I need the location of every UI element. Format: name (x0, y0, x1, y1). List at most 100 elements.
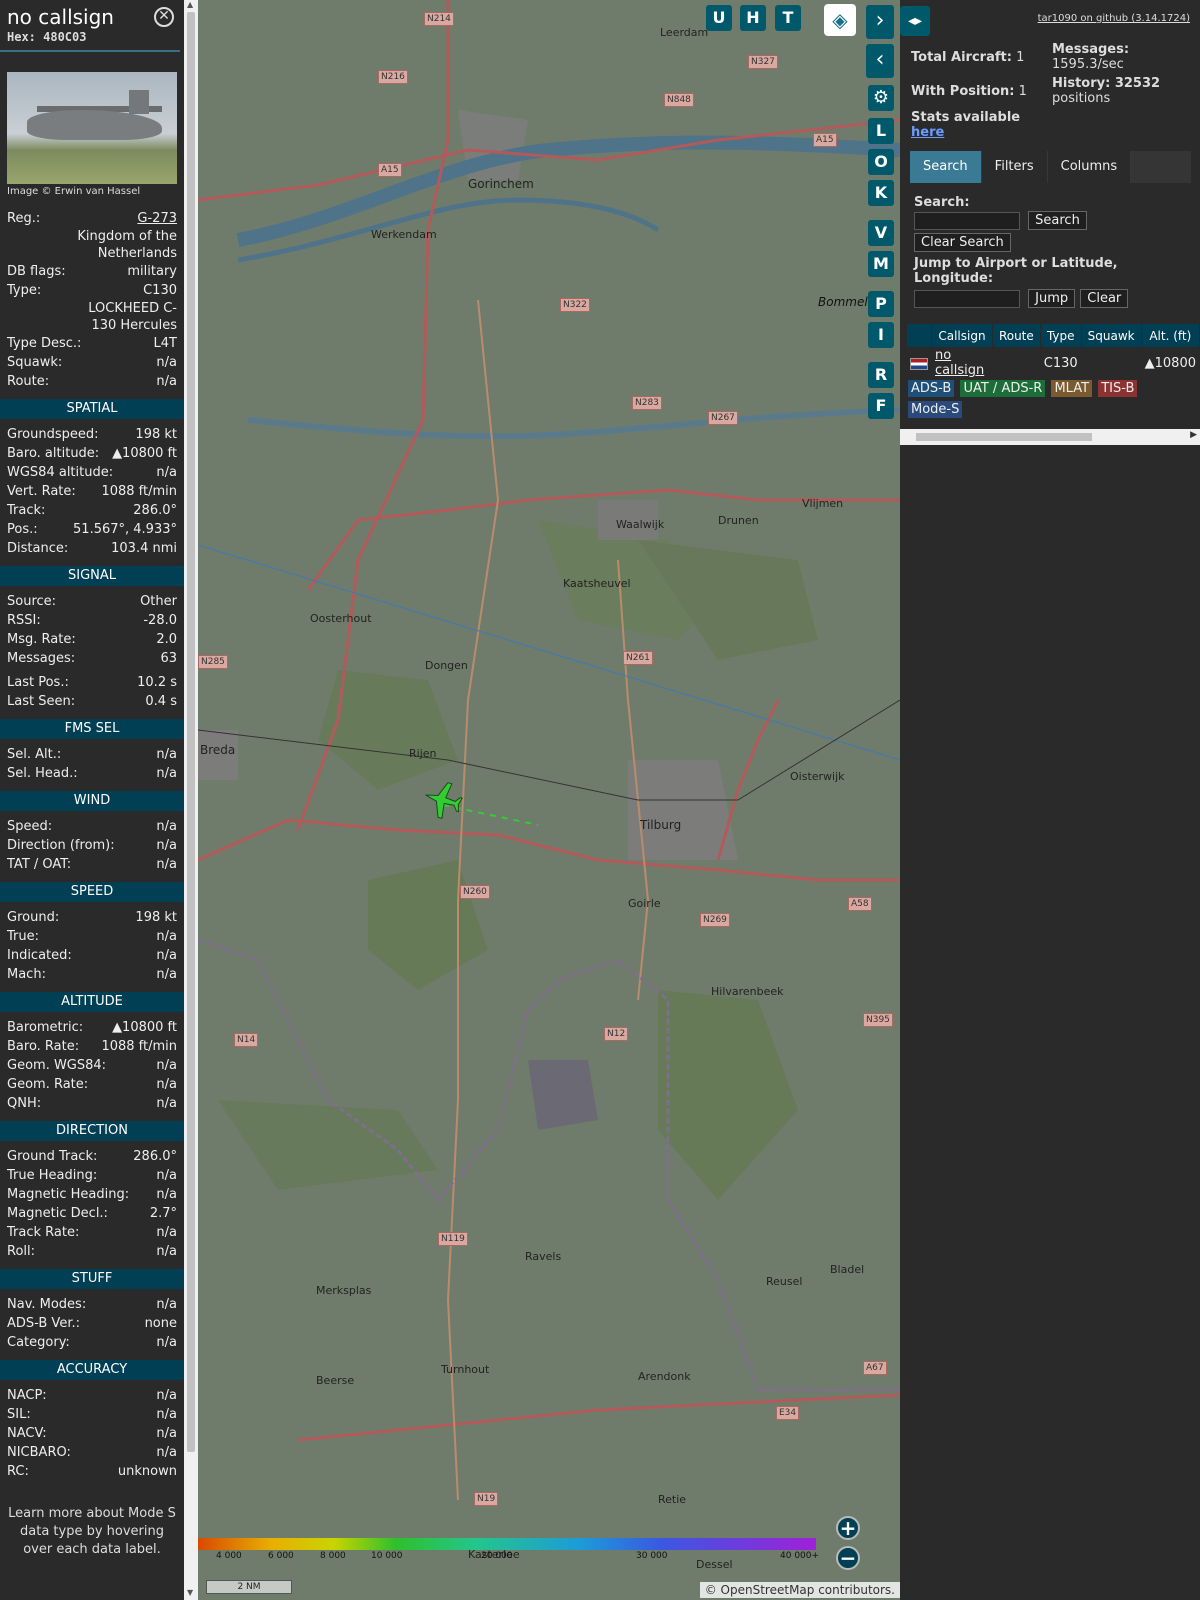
table-scroll-thumb[interactable] (916, 433, 1092, 441)
detail-row-label: Baro. Rate: (7, 1039, 80, 1054)
detail-row-label: Direction (from): (7, 838, 115, 853)
detail-row-label: Barometric: (7, 1020, 84, 1035)
detail-row: Speed: n/a (0, 817, 184, 836)
detail-row: Distance: 103.4 nmi (0, 539, 184, 558)
detail-row: Type: C130 (0, 281, 184, 300)
total-aircraft: Total Aircraft: 1 (911, 50, 1024, 65)
map-button-t[interactable]: T (775, 5, 801, 31)
map-button-l[interactable]: L (868, 118, 894, 144)
detail-row-label: WGS84 altitude: (7, 465, 114, 480)
detail-row-label: True Heading: (7, 1168, 98, 1183)
detail-row-value: n/a (156, 1335, 177, 1350)
map-button-v[interactable]: V (868, 220, 894, 246)
map-attribution[interactable]: © OpenStreetMap contributors. (699, 1582, 900, 1598)
detail-row: Category: n/a (0, 1333, 184, 1352)
row-callsign[interactable]: no callsign (932, 348, 992, 378)
source-badge-uat: UAT / ADS-R (960, 380, 1046, 397)
zoom-out-icon[interactable]: − (836, 1546, 860, 1570)
detail-scrollbar[interactable]: ▲ ▼ (184, 0, 198, 1600)
map-button-r[interactable]: R (868, 362, 894, 388)
jump-button[interactable]: Jump (1028, 289, 1076, 308)
table-row[interactable]: no callsign C130 ▲10800 (907, 348, 1199, 378)
col-squawk[interactable]: Squawk (1081, 324, 1141, 347)
detail-row: TAT / OAT: n/a (0, 855, 184, 874)
detail-row: Reg.: G-273 (0, 209, 184, 228)
clear-jump-button[interactable]: Clear (1080, 289, 1129, 308)
section-header-stuff: STUFF (0, 1269, 184, 1289)
zoom-in-icon[interactable]: + (836, 1516, 860, 1540)
road-tag: N283 (632, 396, 662, 410)
table-scrollbar[interactable]: ▶ (900, 429, 1200, 445)
map-place: Beerse (316, 1374, 355, 1387)
aircraft-photo[interactable] (7, 72, 177, 184)
detail-row-label: Source: (7, 594, 57, 609)
detail-row: ADS-B Ver.: none (0, 1314, 184, 1333)
row-altitude: ▲10800 (1144, 355, 1196, 371)
detail-row: Sel. Head.: n/a (0, 764, 184, 783)
map-button-u[interactable]: U (706, 5, 732, 31)
detail-row: Msg. Rate: 2.0 (0, 630, 184, 649)
close-icon[interactable]: ✕ (154, 7, 174, 27)
clear-search-button[interactable]: Clear Search (914, 233, 1011, 252)
map-place: Hilvarenbeek (711, 985, 784, 998)
map-place: Werkendam (371, 228, 437, 241)
detail-row: Magnetic Decl.: 2.7° (0, 1204, 184, 1223)
road-tag: E34 (776, 1406, 800, 1420)
col-type[interactable]: Type (1040, 324, 1081, 347)
detail-row-label: Type: (7, 283, 42, 298)
detail-row-label: Squawk: (7, 355, 63, 370)
detail-row: True: n/a (0, 927, 184, 946)
road-tag: N261 (623, 651, 653, 665)
chevron-left-icon[interactable]: ‹ (866, 44, 894, 78)
col-altitude[interactable]: Alt. (ft) (1141, 324, 1199, 347)
detail-row-label: Msg. Rate: (7, 632, 76, 647)
detail-row: Groundspeed: 198 kt (0, 425, 184, 444)
detail-row-label: Nav. Modes: (7, 1297, 87, 1312)
detail-row-value: Other (140, 594, 177, 609)
detail-row-value: n/a (156, 1058, 177, 1073)
stats-available: Stats available here (911, 110, 1020, 140)
tab-filters[interactable]: Filters (981, 151, 1047, 183)
gear-icon[interactable]: ⚙ (868, 85, 894, 111)
detail-row-label: Baro. altitude: (7, 446, 100, 461)
jump-input[interactable] (914, 289, 1020, 308)
stats-link[interactable]: here (911, 125, 944, 140)
total-aircraft-value: 1 (1016, 50, 1025, 65)
chevron-right-icon[interactable]: › (866, 5, 894, 39)
road-tag: N848 (664, 93, 694, 107)
detail-row: Kingdom of the Netherlands (0, 228, 184, 262)
map-button-p[interactable]: P (868, 291, 894, 317)
layers-icon[interactable]: ◈ (824, 4, 856, 36)
col-route[interactable]: Route (992, 324, 1040, 347)
scroll-right-icon[interactable]: ▶ (1190, 430, 1197, 440)
expand-sidebar-icon[interactable]: ◂▸ (900, 6, 930, 36)
tab-columns[interactable]: Columns (1047, 151, 1131, 183)
col-callsign[interactable]: Callsign (932, 324, 992, 347)
road-tag: A15 (813, 133, 837, 147)
map-place: Bladel (830, 1263, 865, 1276)
detail-row-value: n/a (156, 747, 177, 762)
map-button-h[interactable]: H (740, 5, 766, 31)
detail-row-value[interactable]: G-273 (137, 209, 177, 228)
scale-bar: 2 NM (206, 1580, 292, 1594)
search-button[interactable]: Search (1028, 211, 1087, 230)
map-button-k[interactable]: K (868, 180, 894, 206)
map[interactable]: Leerdam Gorinchem Werkendam Waalwijk Dru… (198, 0, 900, 1600)
detail-row: RC: unknown (0, 1462, 184, 1481)
scroll-down-icon[interactable]: ▼ (187, 1588, 193, 1597)
map-button-i[interactable]: I (868, 322, 894, 348)
map-button-f[interactable]: F (868, 393, 894, 419)
scroll-up-icon[interactable]: ▲ (187, 0, 193, 9)
github-link[interactable]: tar1090 on github (3.14.1724) (1038, 13, 1190, 24)
map-button-m[interactable]: M (868, 251, 894, 277)
search-input[interactable] (914, 211, 1020, 230)
map-button-o[interactable]: O (868, 149, 894, 175)
source-badge-adsb: ADS-B (908, 380, 955, 397)
tab-search[interactable]: Search (910, 151, 981, 183)
history-unit: positions (1052, 91, 1111, 106)
scroll-thumb[interactable] (187, 12, 195, 1452)
detail-row-value: none (144, 1316, 177, 1331)
altitude-scale-tick: 8 000 (320, 1551, 346, 1561)
detail-row-label: NACP: (7, 1388, 47, 1403)
detail-row-value: n/a (156, 1168, 177, 1183)
